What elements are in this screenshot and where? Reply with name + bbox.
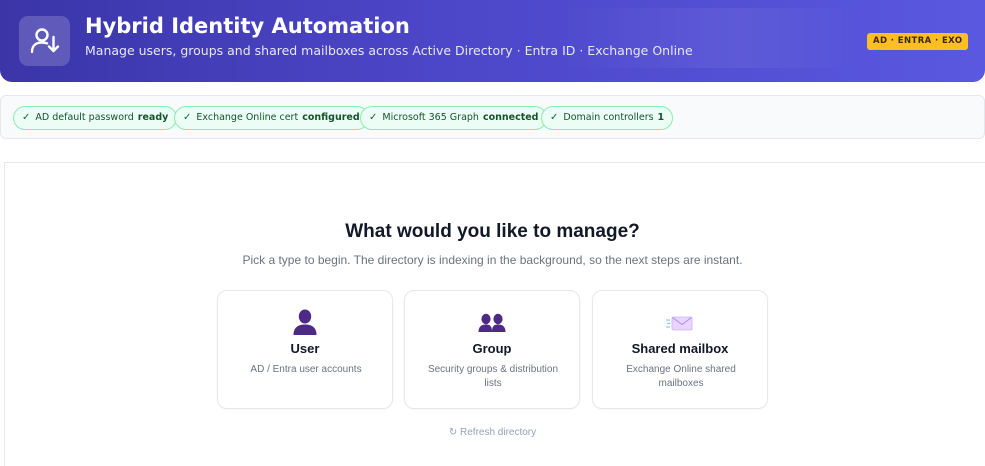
card-description: AD / Entra user accounts — [250, 364, 362, 375]
status-value: configured — [302, 112, 360, 123]
status-value: 1 — [657, 112, 665, 123]
app-subtitle: Manage users, groups and shared mailboxe… — [85, 43, 693, 58]
status-pill-ad-password: ✓ AD default password ready — [13, 106, 178, 130]
card-description: Exchange Online shared mailboxes — [626, 364, 736, 389]
group-card[interactable]: Group Security groups & distribution lis… — [404, 290, 580, 409]
check-icon: ✓ — [550, 112, 559, 123]
status-label: Domain controllers — [563, 112, 654, 123]
status-value: connected — [482, 112, 539, 123]
user-sync-icon — [30, 28, 59, 54]
status-pill-exo-cert: ✓ Exchange Online cert configured — [174, 106, 369, 130]
check-icon: ✓ — [183, 112, 192, 123]
user-icon — [293, 309, 317, 335]
app-title: Hybrid Identity Automation — [85, 14, 410, 38]
shared-mailbox-card[interactable]: Shared mailbox Exchange Online shared ma… — [592, 290, 768, 409]
header-glow — [560, 8, 860, 68]
card-title: Group — [472, 341, 512, 356]
status-value: ready — [137, 112, 169, 123]
refresh-directory-link[interactable]: ↻ Refresh directory — [449, 427, 536, 438]
panel-header-strip — [4, 148, 985, 163]
card-title: User — [290, 341, 320, 356]
app-header: Hybrid Identity Automation Manage users,… — [0, 0, 985, 82]
group-icon — [478, 313, 506, 332]
status-label: Exchange Online cert — [196, 112, 299, 123]
status-label: AD default password — [35, 112, 134, 123]
refresh-row: ↻ Refresh directory — [0, 426, 985, 440]
card-description: Security groups & distribution lists — [427, 364, 559, 389]
status-label: Microsoft 365 Graph — [382, 112, 479, 123]
status-bar: ✓ AD default password ready ✓ Exchange O… — [0, 95, 985, 139]
status-pill-domain-controllers: ✓ Domain controllers 1 — [541, 106, 674, 130]
status-pill-graph: ✓ Microsoft 365 Graph connected — [360, 106, 548, 130]
app-logo — [19, 16, 70, 66]
check-icon: ✓ — [22, 112, 31, 123]
page-title: What would you like to manage? — [345, 221, 640, 242]
mailbox-icon — [666, 316, 693, 331]
user-card[interactable]: User AD / Entra user accounts — [217, 290, 393, 409]
environment-badge: AD · ENTRA · EXO — [867, 33, 969, 50]
page-subtitle: Pick a type to begin. The directory is i… — [242, 253, 743, 267]
check-icon: ✓ — [369, 112, 378, 123]
card-title: Shared mailbox — [631, 341, 729, 356]
